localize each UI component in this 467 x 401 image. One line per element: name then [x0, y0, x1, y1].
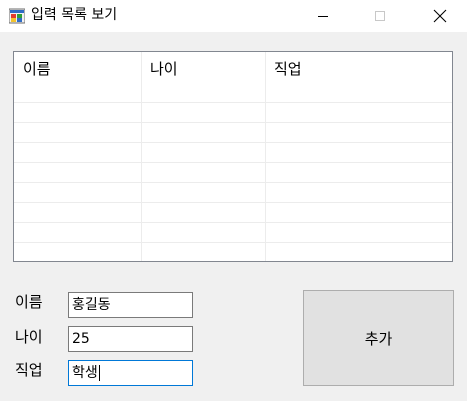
- grid-line: [14, 182, 452, 183]
- age-input[interactable]: 25: [68, 326, 193, 352]
- data-list-view[interactable]: 이름 나이 직업: [13, 51, 453, 262]
- column-header-label: 나이: [150, 60, 178, 78]
- column-header-job[interactable]: 직업: [265, 52, 452, 88]
- age-input-value: 25: [72, 331, 90, 347]
- grid-line: [14, 102, 452, 103]
- minimize-icon: [318, 16, 328, 17]
- minimize-button[interactable]: [300, 0, 346, 32]
- add-button-label: 추가: [364, 329, 393, 348]
- title-bar[interactable]: 입력 목록 보기: [0, 0, 467, 32]
- app-window-icon: [8, 8, 26, 24]
- name-input-value: 홍길동: [72, 297, 111, 313]
- job-label: 직업: [15, 361, 43, 379]
- grid-line: [14, 142, 452, 143]
- grid-line: [14, 202, 452, 203]
- close-icon: [433, 9, 447, 23]
- column-header-age[interactable]: 나이: [141, 52, 265, 88]
- grid-line: [14, 162, 452, 163]
- column-header-label: 직업: [274, 60, 302, 78]
- text-caret: [98, 365, 100, 381]
- maximize-button[interactable]: [357, 0, 403, 32]
- age-label: 나이: [15, 328, 43, 346]
- list-header: 이름 나이 직업: [14, 52, 452, 88]
- column-divider[interactable]: [141, 52, 142, 261]
- name-label: 이름: [15, 293, 43, 311]
- name-input[interactable]: 홍길동: [68, 292, 193, 318]
- grid-line: [14, 122, 452, 123]
- job-input[interactable]: 학생: [68, 360, 193, 386]
- add-button[interactable]: 추가: [303, 290, 454, 386]
- column-header-label: 이름: [23, 60, 51, 78]
- job-input-value: 학생: [72, 365, 98, 381]
- column-header-name[interactable]: 이름: [14, 52, 141, 88]
- grid-line: [14, 242, 452, 243]
- grid-line: [14, 222, 452, 223]
- close-button[interactable]: [417, 0, 463, 32]
- column-divider[interactable]: [265, 52, 266, 261]
- window-title: 입력 목록 보기: [31, 7, 118, 23]
- maximize-icon: [375, 11, 385, 21]
